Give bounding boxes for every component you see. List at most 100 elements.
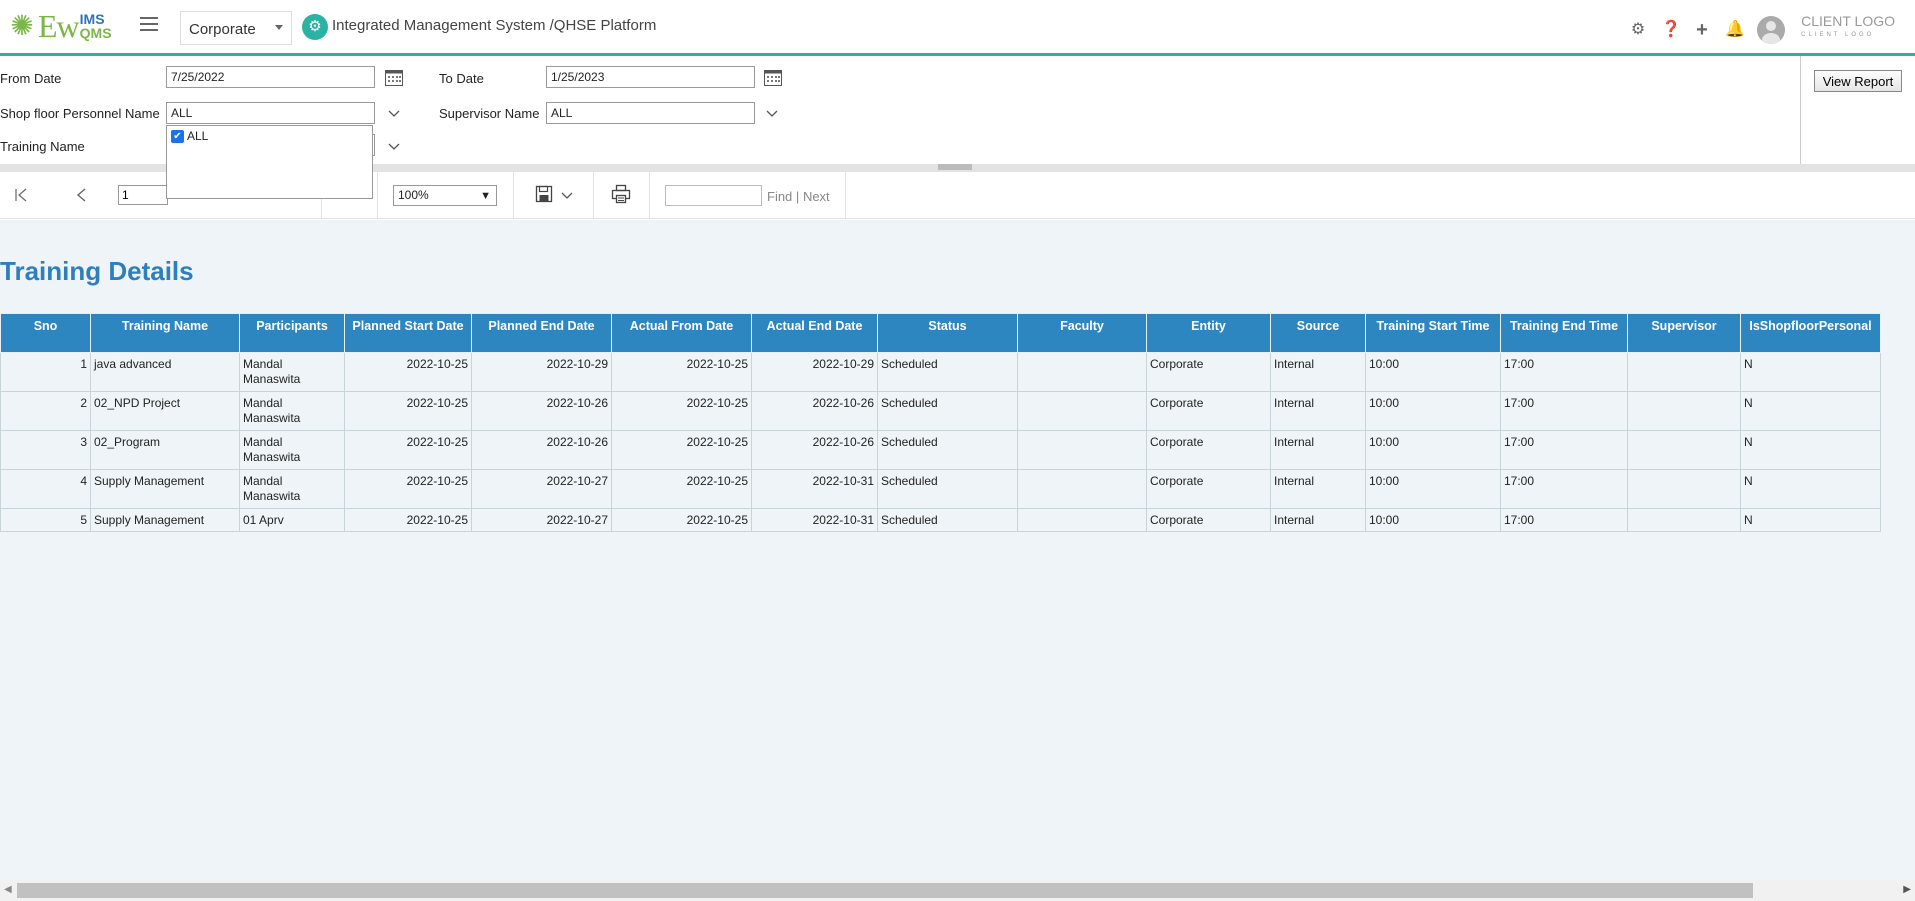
app-gear-icon: ⚙ [302,14,328,40]
chevron-down-icon[interactable] [387,140,401,154]
to-date-input[interactable] [546,66,755,88]
table-cell: 2022-10-26 [751,430,878,470]
from-date-label: From Date [0,71,62,86]
chevron-down-icon[interactable] [387,107,401,121]
table-cell: 17:00 [1500,391,1628,431]
top-header: ✺ Ew IMS QMS Corporate ⚙ Integrated Mana… [0,0,1915,56]
table-cell: Mandal Manaswita [239,391,345,431]
calendar-icon[interactable] [384,67,404,87]
report-title: Training Details [0,256,194,286]
to-date-label: To Date [439,71,484,86]
page-number-input[interactable] [118,185,168,205]
dropdown-option-label: ALL [187,129,209,143]
table-cell: Corporate [1146,391,1271,431]
training-details-table: Sno Training Name Participants Planned Star… [0,313,1881,532]
table-cell: 2022-10-29 [471,352,612,392]
column-header: Training End Time [1500,313,1628,353]
training-name-label: Training Name [0,139,85,154]
table-cell: Internal [1270,352,1366,392]
chevron-down-icon: ▼ [480,190,491,202]
table-cell: 2022-10-25 [611,430,752,470]
table-cell: 10:00 [1365,430,1501,470]
horizontal-scrollbar[interactable]: ◀ ▶ [0,880,1915,901]
app-logo[interactable]: ✺ Ew IMS QMS [8,7,111,44]
splitter-grip[interactable] [938,164,972,170]
table-cell: 2022-10-26 [751,391,878,431]
supervisor-name-input[interactable] [546,102,755,124]
print-icon[interactable] [611,184,631,204]
table-cell: Scheduled [877,352,1018,392]
table-cell [1627,469,1741,509]
save-export-icon[interactable] [535,185,555,203]
table-cell: Scheduled [877,391,1018,431]
header-icons: ⚙ ❓ + 🔔 [1629,16,1785,44]
settings-icon[interactable]: ⚙ [1629,21,1647,39]
table-cell: 2022-10-25 [611,391,752,431]
table-cell: 10:00 [1365,469,1501,509]
checkbox-checked-icon[interactable]: ✔ [171,129,184,143]
table-cell: Internal [1270,430,1366,470]
table-row: 5 Supply Management 01 Aprv 2022-10-25 2022-… [0,508,1881,532]
from-date-input[interactable] [166,66,375,88]
bell-icon[interactable]: 🔔 [1725,21,1745,39]
table-cell: 2022-10-27 [471,508,612,532]
view-report-button[interactable]: View Report [1814,70,1902,92]
table-cell: 2022-10-26 [471,430,612,470]
table-cell: 2022-10-31 [751,469,878,509]
table-row: 2 02_NPD Project Mandal Manaswita 2022-10-2… [0,391,1881,431]
client-logo-text: CLIENT LOGO [1801,13,1895,29]
next-link[interactable]: Next [803,189,830,204]
client-logo: CLIENT LOGO CLIENT LOGO [1801,14,1895,42]
table-cell: Mandal Manaswita [239,469,345,509]
table-cell: 10:00 [1365,508,1501,532]
table-cell [1627,352,1741,392]
table-cell [1017,508,1147,532]
table-cell: Mandal Manaswita [239,430,345,470]
table-cell: java advanced [90,352,240,392]
table-cell: Supply Management [90,508,240,532]
find-link[interactable]: Find [767,189,792,204]
first-page-icon[interactable] [14,187,30,203]
table-cell: Corporate [1146,469,1271,509]
table-cell: 2022-10-25 [611,508,752,532]
chevron-down-icon[interactable] [765,107,779,121]
chevron-down-icon[interactable] [561,191,573,201]
entity-select[interactable]: Corporate [180,11,292,45]
logo-ew-text: Ew [38,7,80,44]
app-title: Integrated Management System /QHSE Platf… [332,17,657,34]
dropdown-option-all[interactable]: ✔ ALL [171,129,208,143]
scroll-right-icon[interactable]: ▶ [1903,884,1911,895]
table-cell: 1 [0,352,91,392]
table-cell: 2022-10-26 [471,391,612,431]
plus-icon[interactable]: + [1693,20,1711,40]
table-cell: 10:00 [1365,352,1501,392]
find-links: Find | Next [767,189,830,204]
table-cell: Corporate [1146,508,1271,532]
zoom-select[interactable]: 100% ▼ [393,185,497,206]
table-cell: Supply Management [90,469,240,509]
table-cell [1627,430,1741,470]
column-header: Sno [0,313,91,353]
table-cell: 5 [0,508,91,532]
scrollbar-thumb[interactable] [17,883,1753,898]
find-input[interactable] [665,185,762,206]
previous-page-icon[interactable] [74,187,90,203]
caret-down-icon [275,25,283,30]
table-cell: Mandal Manaswita [239,352,345,392]
avatar[interactable] [1757,16,1785,44]
view-report-panel: View Report [1800,56,1915,164]
table-cell: 2022-10-31 [751,508,878,532]
table-cell: 2022-10-25 [344,469,472,509]
table-row: 3 02_Program Mandal Manaswita 2022-10-25 202… [0,430,1881,470]
table-cell: 2022-10-29 [751,352,878,392]
help-icon[interactable]: ❓ [1661,21,1681,39]
menu-hamburger-icon[interactable] [140,17,158,33]
table-cell: 2022-10-25 [611,469,752,509]
scroll-left-icon[interactable]: ◀ [4,884,12,895]
shopfloor-personnel-input[interactable] [166,102,375,124]
table-cell: Scheduled [877,430,1018,470]
calendar-icon[interactable] [763,67,783,87]
table-cell: Internal [1270,508,1366,532]
table-cell: 2022-10-25 [344,430,472,470]
column-header: Source [1270,313,1366,353]
